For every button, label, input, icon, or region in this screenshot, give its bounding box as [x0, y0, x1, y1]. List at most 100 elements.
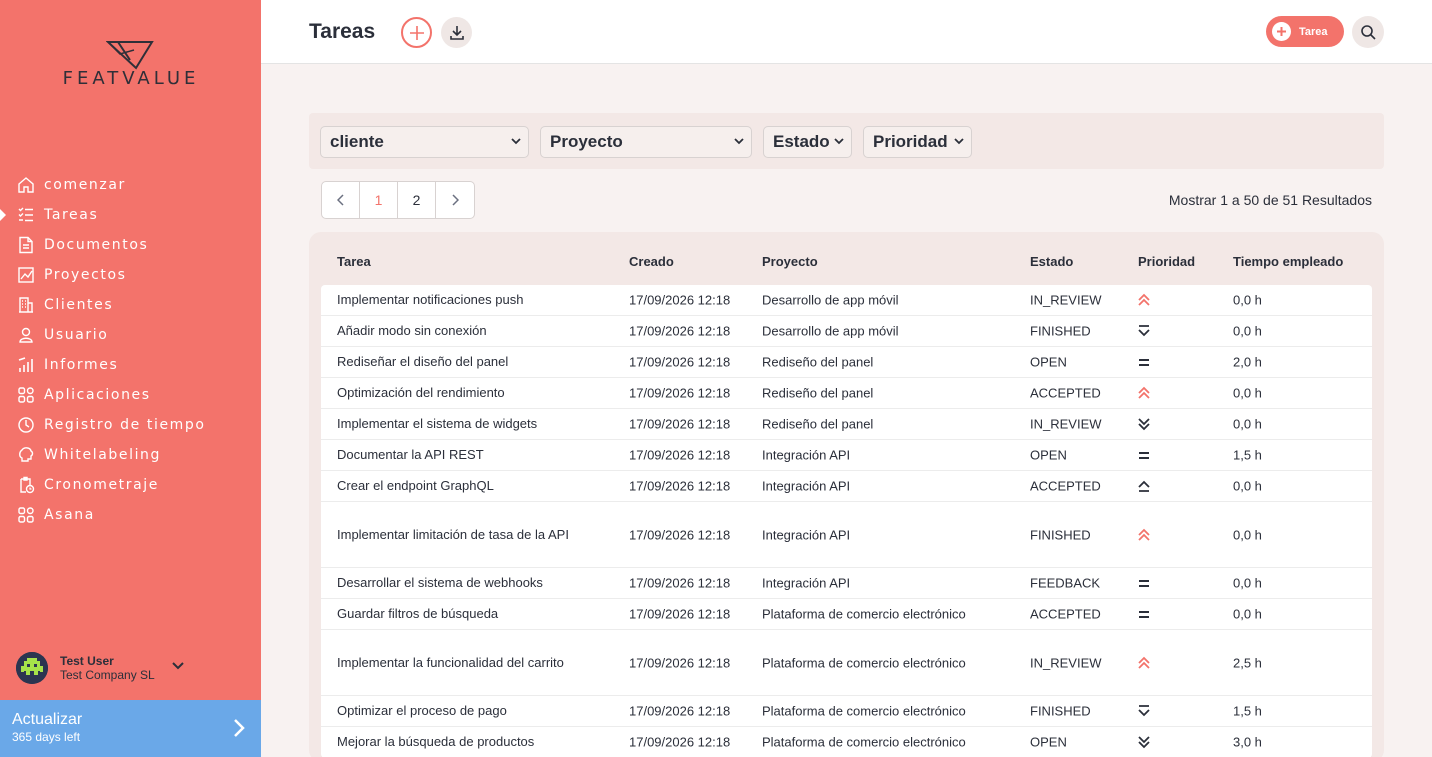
timer-icon — [17, 416, 35, 434]
project-filter-select[interactable]: Proyecto — [540, 126, 752, 158]
upgrade-button[interactable]: Actualizar 365 days left — [0, 700, 261, 757]
sidebar-item-informes[interactable]: Informes — [0, 350, 261, 380]
sidebar-item-registro-de-tiempo[interactable]: Registro de tiempo — [0, 410, 261, 440]
sidebar-item-whitelabeling[interactable]: Whitelabeling — [0, 440, 261, 470]
table-row[interactable]: Guardar filtros de búsqueda 17/09/2026 12… — [321, 599, 1372, 630]
status-cell: ACCEPTED — [1030, 606, 1101, 622]
task-list-icon — [17, 206, 35, 224]
created-cell: 17/09/2026 12:18 — [629, 703, 731, 719]
sidebar-item-label: Tareas — [44, 207, 99, 223]
table-body: Implementar notificaciones push 17/09/202… — [321, 285, 1372, 757]
table-row[interactable]: Implementar el sistema de widgets 17/09/2… — [321, 409, 1372, 440]
table-row[interactable]: Optimizar el proceso de pago 17/09/2026 1… — [321, 696, 1372, 727]
priority-high-icon — [1137, 479, 1151, 493]
task-cell: Implementar limitación de tasa de la API — [337, 526, 569, 542]
column-header-priority[interactable]: Prioridad — [1138, 254, 1195, 269]
task-cell: Optimizar el proceso de pago — [337, 703, 507, 718]
project-cell: Integración API — [762, 575, 851, 591]
user-menu[interactable]: Test User Test Company SL — [16, 652, 184, 684]
sidebar-item-label: Proyectos — [44, 267, 127, 283]
sidebar-item-label: Whitelabeling — [44, 447, 162, 463]
table-row[interactable]: Desarrollar el sistema de webhooks 17/09/… — [321, 568, 1372, 599]
column-header-time[interactable]: Tiempo empleado — [1233, 254, 1343, 269]
new-task-button[interactable]: Tarea — [1266, 16, 1344, 47]
project-cell: Desarrollo de app móvil — [762, 323, 899, 339]
task-cell: Desarrollar el sistema de webhooks — [337, 575, 543, 590]
sidebar-item-proyectos[interactable]: Proyectos — [0, 260, 261, 290]
logo[interactable]: FEATVALUE — [44, 40, 218, 92]
chevron-down-icon — [834, 138, 844, 145]
task-cell: Guardar filtros de búsqueda — [337, 606, 499, 621]
sidebar-item-aplicaciones[interactable]: Aplicaciones — [0, 380, 261, 410]
column-header-project[interactable]: Proyecto — [762, 254, 818, 269]
time-cell: 2,0 h — [1233, 354, 1262, 370]
brain-icon — [17, 446, 35, 464]
chevron-right-icon — [234, 719, 245, 737]
chevron-down-icon — [511, 138, 521, 145]
time-cell: 0,0 h — [1233, 575, 1262, 591]
chevron-left-icon — [336, 194, 344, 206]
table-row[interactable]: Mejorar la búsqueda de productos 17/09/20… — [321, 727, 1372, 757]
task-cell: Documentar la API REST — [337, 447, 484, 462]
time-cell: 2,5 h — [1233, 655, 1262, 670]
table-row[interactable]: Implementar limitación de tasa de la API… — [321, 502, 1372, 568]
project-cell: Rediseño del panel — [762, 416, 874, 432]
sidebar-item-label: Registro de tiempo — [44, 417, 206, 433]
table-row[interactable]: Documentar la API REST 17/09/2026 12:18 In… — [321, 440, 1372, 471]
status-cell: IN_REVIEW — [1030, 416, 1102, 432]
sidebar-item-usuario[interactable]: Usuario — [0, 320, 261, 350]
sidebar-item-asana[interactable]: Asana — [0, 500, 261, 530]
project-cell: Plataforma de comercio electrónico — [762, 734, 966, 750]
sidebar-item-cronometraje[interactable]: Cronometraje — [0, 470, 261, 500]
created-cell: 17/09/2026 12:18 — [629, 478, 731, 494]
priority-filter-select[interactable]: Prioridad — [863, 126, 972, 158]
project-cell: Integración API — [762, 478, 851, 494]
priority-highest-icon — [1137, 656, 1151, 670]
table-row[interactable]: Crear el endpoint GraphQL 17/09/2026 12:1… — [321, 471, 1372, 502]
tasks-table: Tarea Creado Proyecto Estado Prioridad T… — [309, 232, 1384, 757]
client-filter-value: cliente — [330, 132, 384, 151]
table-row[interactable]: Añadir modo sin conexión 17/09/2026 12:18… — [321, 316, 1372, 347]
status-filter-select[interactable]: Estado — [763, 126, 852, 158]
new-task-label: Tarea — [1299, 25, 1328, 38]
task-cell: Implementar notificaciones push — [337, 292, 524, 307]
column-header-created[interactable]: Creado — [629, 254, 674, 269]
project-cell: Rediseño del panel — [762, 385, 874, 401]
prev-page-button[interactable] — [322, 182, 360, 218]
download-button[interactable] — [441, 17, 472, 48]
sidebar-item-documentos[interactable]: Documentos — [0, 230, 261, 260]
time-cell: 0,0 h — [1233, 606, 1262, 622]
project-cell: Rediseño del panel — [762, 354, 874, 370]
document-icon — [17, 236, 35, 254]
client-filter-select[interactable]: cliente — [320, 126, 529, 158]
sidebar-item-clientes[interactable]: Clientes — [0, 290, 261, 320]
priority-lowest-icon — [1137, 324, 1151, 338]
column-header-task[interactable]: Tarea — [337, 254, 371, 269]
status-cell: OPEN — [1030, 354, 1067, 370]
project-filter-value: Proyecto — [550, 132, 623, 151]
sidebar: FEATVALUE comenzar Tareas Documentos Proyec… — [0, 0, 261, 757]
logo-mark-icon — [106, 41, 154, 70]
add-task-button[interactable] — [401, 17, 432, 48]
time-cell: 1,5 h — [1233, 447, 1262, 463]
search-button[interactable] — [1352, 16, 1384, 48]
project-cell: Integración API — [762, 447, 851, 463]
table-row[interactable]: Optimización del rendimiento 17/09/2026 1… — [321, 378, 1372, 409]
sidebar-item-comenzar[interactable]: comenzar — [0, 170, 261, 200]
column-header-status[interactable]: Estado — [1030, 254, 1073, 269]
status-cell: FEEDBACK — [1030, 575, 1101, 591]
page-button-1[interactable]: 1 — [360, 182, 398, 218]
logo-text: FEATVALUE — [62, 68, 200, 89]
priority-highest-icon — [1137, 528, 1151, 542]
sidebar-item-tareas[interactable]: Tareas — [0, 200, 261, 230]
table-row[interactable]: Implementar notificaciones push 17/09/202… — [321, 285, 1372, 316]
page-button-2[interactable]: 2 — [398, 182, 436, 218]
chevron-down-icon[interactable] — [172, 662, 184, 670]
table-row[interactable]: Implementar la funcionalidad del carrito… — [321, 630, 1372, 696]
next-page-button[interactable] — [436, 182, 474, 218]
plus-icon — [409, 25, 424, 40]
bar-chart-icon — [17, 356, 35, 374]
table-row[interactable]: Rediseñar el diseño del panel 17/09/2026 … — [321, 347, 1372, 378]
page-title: Tareas — [309, 20, 376, 43]
upgrade-days-left: 365 days left — [12, 730, 81, 744]
